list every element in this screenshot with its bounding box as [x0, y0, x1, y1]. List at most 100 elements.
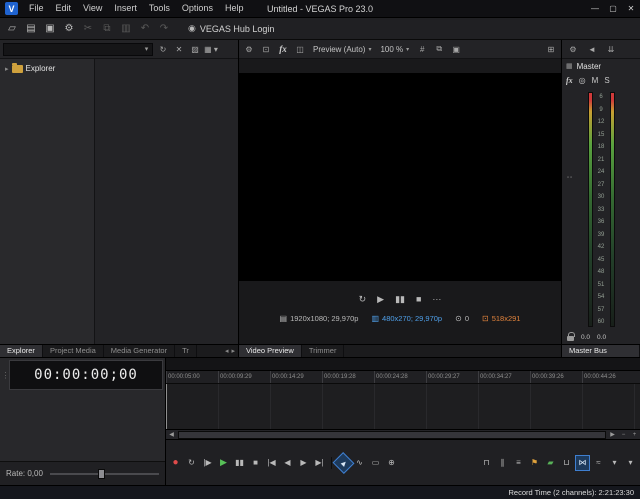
Options[interactable]: Options — [176, 0, 219, 17]
meter-scale-label: 51 — [598, 282, 605, 288]
Master Bus[interactable]: Master Bus — [562, 345, 640, 357]
more-tools-icon[interactable]: ▾ — [623, 455, 638, 471]
tab-scroll-left-icon[interactable]: ◂ — [225, 347, 229, 355]
lock-envelopes-icon[interactable]: ≈ — [591, 455, 606, 471]
track-view[interactable] — [166, 384, 640, 430]
View[interactable]: View — [77, 0, 108, 17]
Video Preview[interactable]: Video Preview — [239, 345, 302, 357]
expand-caret-icon[interactable]: ▸ — [5, 65, 9, 73]
Edit[interactable]: Edit — [50, 0, 78, 17]
previous-frame-icon[interactable]: ◀ — [280, 455, 295, 471]
meter-options-icon[interactable]: ▫▫ — [567, 175, 573, 181]
Tools[interactable]: Tools — [143, 0, 176, 17]
Tr[interactable]: Tr — [175, 345, 197, 357]
tab-scroll-right-icon[interactable]: ▸ — [231, 347, 235, 355]
insert-marker-icon[interactable]: ⚑ — [527, 455, 542, 471]
quantize-to-frames-icon[interactable]: ∥ — [495, 455, 510, 471]
event-tools-icon[interactable]: ▾ — [607, 455, 622, 471]
dock-icon[interactable]: ⊞ — [544, 42, 558, 56]
snapping-icon[interactable]: ⊓ — [479, 455, 494, 471]
save-project-icon[interactable]: ▣ — [41, 20, 59, 38]
copy-snapshot-icon[interactable]: ⧉ — [432, 42, 446, 56]
track-list-empty[interactable] — [0, 392, 165, 461]
pause-icon[interactable]: ▮▮ — [395, 294, 405, 305]
views-icon[interactable]: ▦ ▾ — [204, 42, 218, 56]
save-snapshot-icon[interactable]: ▣ — [449, 42, 463, 56]
rate-slider-thumb[interactable] — [98, 469, 105, 479]
redo-icon[interactable]: ↷ — [155, 20, 173, 38]
bus-fx-button[interactable]: fx — [566, 76, 573, 85]
rate-slider[interactable] — [50, 473, 159, 475]
play-from-start-icon[interactable]: |▶ — [200, 455, 215, 471]
open-project-icon[interactable]: ▤ — [22, 20, 40, 38]
edit-cursor[interactable] — [166, 384, 167, 429]
scroll-left-icon[interactable]: ◀ — [166, 431, 177, 438]
loop-playback-icon[interactable]: ↻ — [359, 294, 367, 305]
new-folder-icon[interactable]: ▨ — [188, 42, 202, 56]
stop-icon[interactable]: ■ — [416, 294, 421, 304]
time-ruler[interactable]: 00:00:05:0000:00:09:2900:00:14:2900:00:1… — [166, 371, 640, 384]
refresh-icon[interactable]: ↻ — [156, 42, 170, 56]
master-properties-icon[interactable]: ⚙ — [566, 42, 580, 56]
vegas-hub-login-button[interactable]: ◉ VEGAS Hub Login — [180, 20, 282, 38]
zoom-out-time-icon[interactable]: − — [618, 432, 629, 438]
timecode-display[interactable]: 00:00:00;00 — [9, 360, 163, 390]
zoom-edit-tool-icon[interactable]: ⊕ — [384, 455, 399, 471]
automation-settings-icon[interactable]: ◎ — [579, 76, 586, 85]
solo-button[interactable]: S — [604, 76, 609, 85]
minimize-button[interactable]: — — [586, 0, 604, 17]
stop-icon[interactable]: ■ — [248, 455, 263, 471]
close-button[interactable]: ✕ — [622, 0, 640, 17]
insert-region-icon[interactable]: ▰ — [543, 455, 558, 471]
paste-icon[interactable]: ▥ — [117, 20, 135, 38]
maximize-button[interactable]: ▢ — [604, 0, 622, 17]
File[interactable]: File — [23, 0, 50, 17]
marker-bar[interactable] — [166, 358, 640, 371]
scroll-right-icon[interactable]: ▶ — [607, 431, 618, 438]
Explorer[interactable]: Explorer — [0, 345, 43, 357]
Project Media[interactable]: Project Media — [43, 345, 104, 357]
Trimmer[interactable]: Trimmer — [302, 345, 345, 357]
ignore-event-grouping-icon[interactable]: ⊔ — [559, 455, 574, 471]
go-to-end-icon[interactable]: ▶| — [312, 455, 327, 471]
split-screen-view-icon[interactable]: ◫ — [293, 42, 307, 56]
project-properties-icon[interactable]: ⚙ — [60, 20, 78, 38]
explorer-file-list[interactable] — [95, 59, 238, 344]
copy-icon[interactable]: ⧉ — [98, 20, 116, 38]
scrollbar-thumb[interactable] — [178, 431, 606, 439]
downmix-icon[interactable]: ⇊ — [604, 42, 618, 56]
loop-playback-icon[interactable]: ↻ — [184, 455, 199, 471]
play-icon[interactable]: ▶ — [377, 294, 384, 305]
mute-button[interactable]: M — [592, 76, 599, 85]
drag-grip-icon[interactable]: ⋮ — [2, 360, 9, 390]
next-frame-icon[interactable]: ▶ — [296, 455, 311, 471]
video-output-fx-button[interactable]: fx — [276, 42, 290, 56]
preview-quality-dropdown[interactable]: Preview (Auto) ▾ — [310, 45, 374, 54]
address-dropdown[interactable]: ▾ — [3, 43, 153, 56]
chevron-down-icon[interactable]: ▾ — [141, 45, 152, 53]
record-icon[interactable]: ● — [168, 455, 183, 471]
delete-icon[interactable]: ✕ — [172, 42, 186, 56]
horizontal-scrollbar[interactable]: ◀ ▶ − + — [166, 430, 640, 440]
auto-ripple-icon[interactable]: ≡ — [511, 455, 526, 471]
selection-edit-tool-icon[interactable]: ▭ — [368, 455, 383, 471]
preview-properties-icon[interactable]: ⚙ — [242, 42, 256, 56]
speaker-icon[interactable]: ◄ — [585, 42, 599, 56]
Help[interactable]: Help — [219, 0, 250, 17]
preview-zoom-dropdown[interactable]: 100 % ▾ — [377, 45, 412, 54]
tree-item-explorer[interactable]: ▸ Explorer — [0, 63, 94, 74]
undo-icon[interactable]: ↶ — [136, 20, 154, 38]
more-options-icon[interactable]: ··· — [432, 294, 441, 304]
Media Generator[interactable]: Media Generator — [104, 345, 175, 357]
cut-icon[interactable]: ✂ — [79, 20, 97, 38]
grid-overlay-icon[interactable]: # — [415, 42, 429, 56]
go-to-start-icon[interactable]: |◀ — [264, 455, 279, 471]
zoom-in-time-icon[interactable]: + — [629, 432, 640, 438]
lock-icon[interactable] — [567, 336, 574, 341]
play-icon[interactable]: ▶ — [216, 455, 231, 471]
new-project-icon[interactable]: ▱ — [3, 20, 21, 38]
pause-icon[interactable]: ▮▮ — [232, 455, 247, 471]
auto-crossfades-icon[interactable]: ⋈ — [575, 455, 590, 471]
external-monitor-icon[interactable]: ⊡ — [259, 42, 273, 56]
Insert[interactable]: Insert — [108, 0, 143, 17]
